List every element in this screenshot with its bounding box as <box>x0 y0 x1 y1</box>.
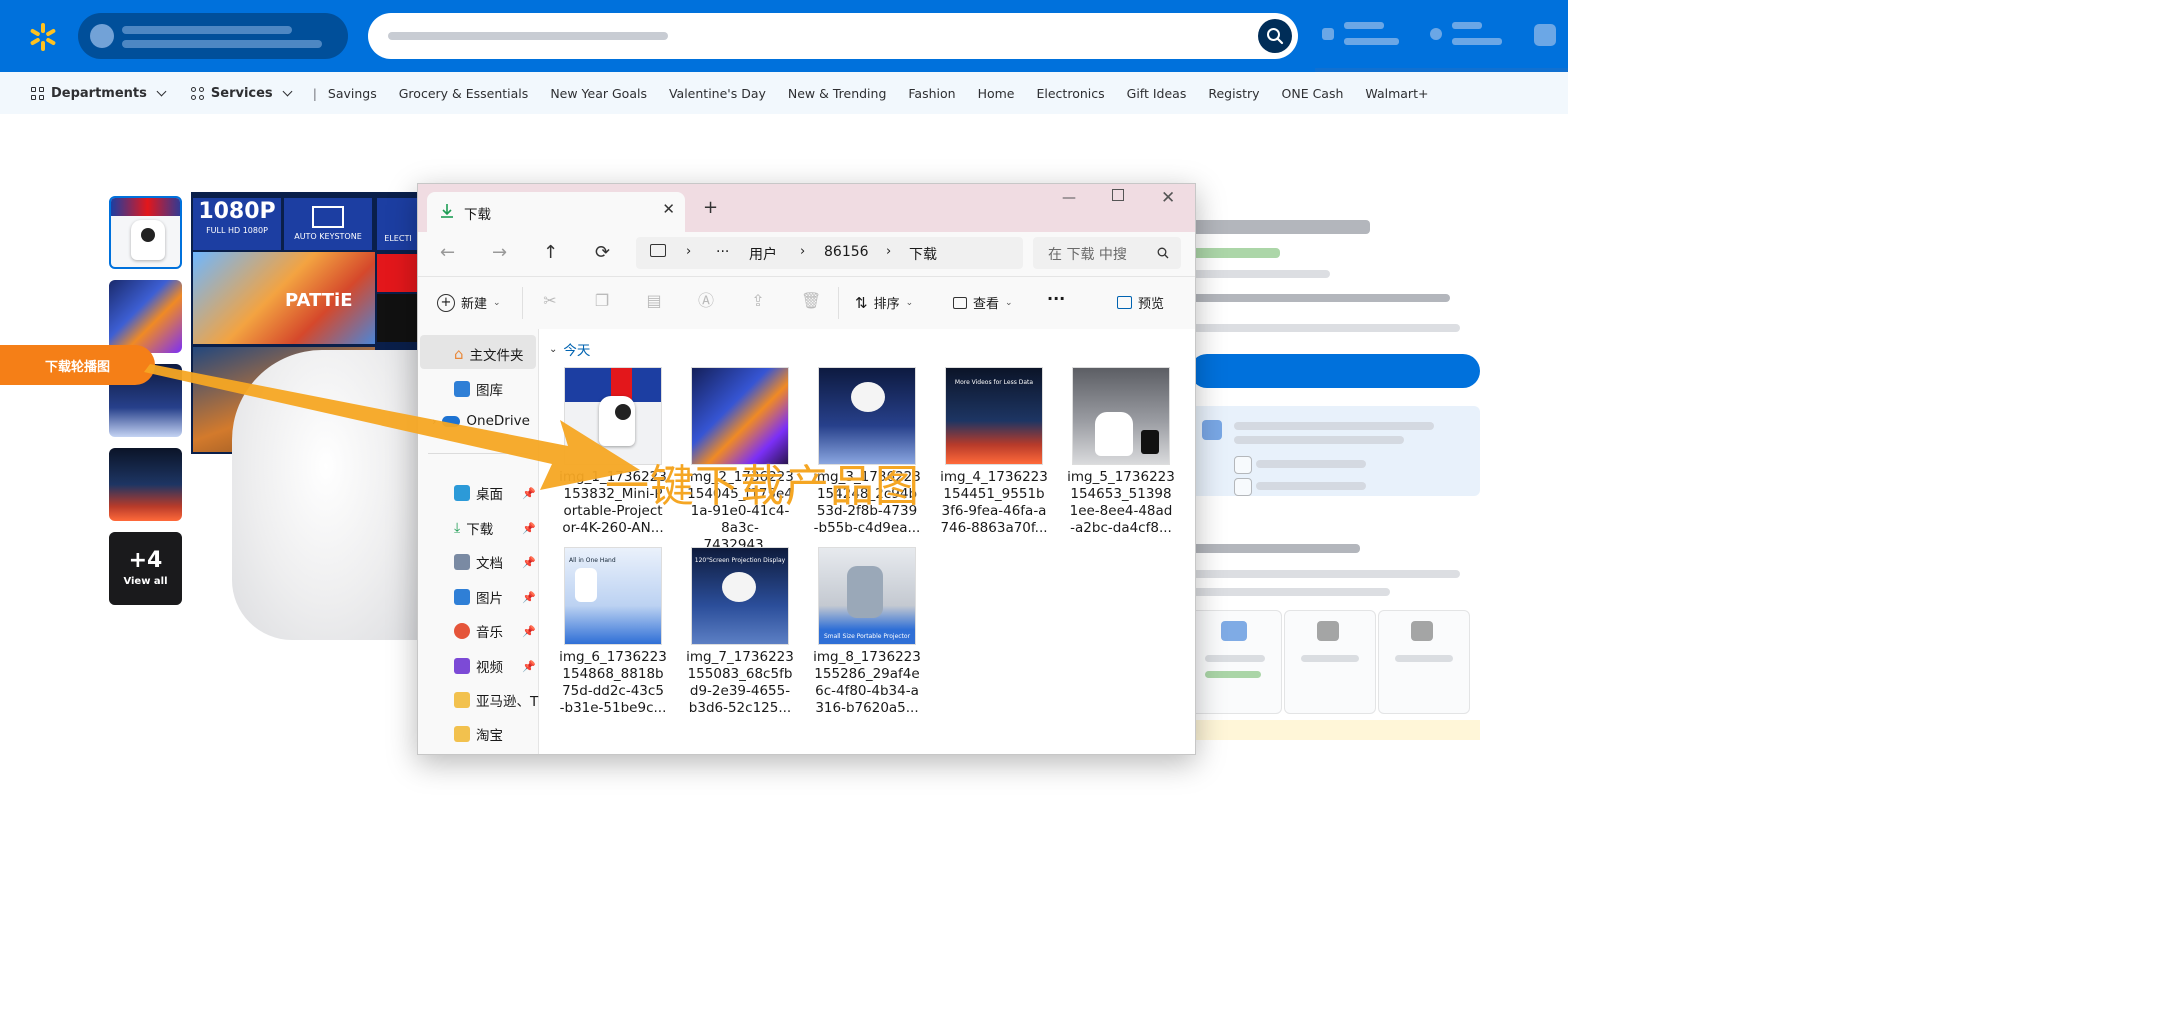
annotation-arrow <box>144 364 640 490</box>
one-click-download-text: 一键下载产品图 <box>605 461 920 512</box>
arrow-shape <box>144 364 640 490</box>
